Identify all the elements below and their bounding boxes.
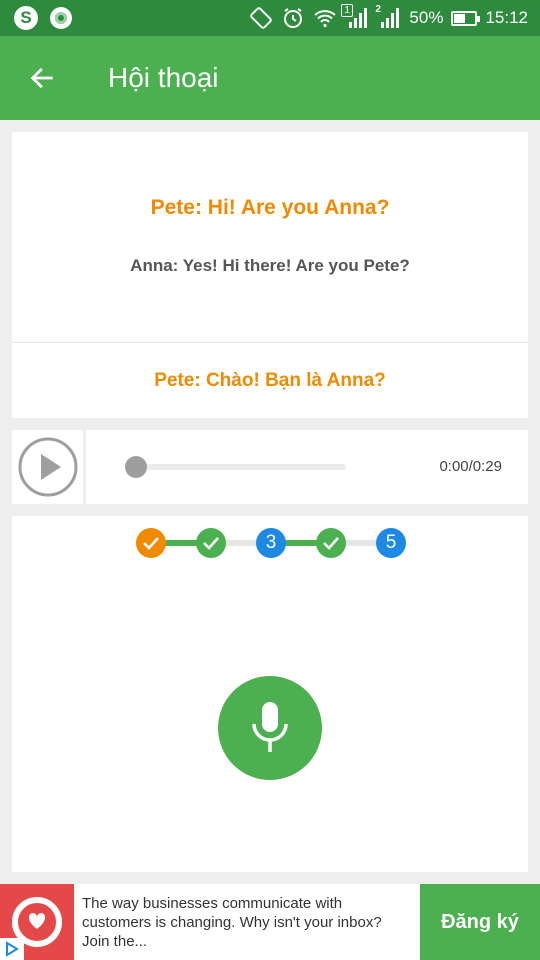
- adchoices-icon[interactable]: [0, 938, 24, 960]
- play-button[interactable]: [12, 430, 86, 504]
- step-progress: 35: [136, 528, 406, 558]
- check-icon: [143, 537, 159, 550]
- alarm-icon: [284, 8, 303, 28]
- wifi-icon: [314, 10, 337, 28]
- arrow-left-icon: [30, 67, 53, 89]
- step-1[interactable]: [136, 528, 166, 558]
- dialogue-line-primary: Pete: Hi! Are you Anna?: [150, 196, 390, 219]
- status-bar: S 1 2 50% 15:12: [0, 0, 540, 36]
- back-button[interactable]: [24, 60, 60, 96]
- dialogue-translation: Pete: Chào! Bạn là Anna?: [154, 370, 386, 391]
- check-icon: [203, 537, 219, 550]
- rotate-icon: [250, 7, 273, 29]
- battery-percent: 50%: [409, 8, 444, 27]
- ad-banner[interactable]: The way businesses communicate with cust…: [0, 884, 540, 960]
- seek-bar[interactable]: [125, 456, 346, 478]
- sim1-badge: 1: [341, 4, 353, 17]
- step-5[interactable]: 5: [376, 528, 406, 558]
- audio-player: 0:00/0:29: [12, 430, 528, 504]
- check-icon: [323, 537, 339, 550]
- recording-card: 35: [12, 516, 528, 872]
- step-3[interactable]: 3: [256, 528, 286, 558]
- record-button[interactable]: [218, 676, 322, 780]
- notification-icon: [50, 7, 72, 29]
- battery-icon: [451, 10, 481, 26]
- seek-thumb[interactable]: [125, 456, 147, 478]
- play-icon: [18, 437, 77, 497]
- dialogue-line-secondary: Anna: Yes! Hi there! Are you Pete?: [130, 256, 410, 275]
- page-title: Hội thoại: [108, 62, 219, 93]
- microphone-icon: [252, 702, 288, 752]
- ad-signup-button[interactable]: Đăng ký: [420, 884, 540, 960]
- dialogue-card: Pete: Hi! Are you Anna? Anna: Yes! Hi th…: [12, 132, 528, 418]
- sim2-badge: 2: [375, 4, 381, 15]
- step-2[interactable]: [196, 528, 226, 558]
- playback-time: 0:00/0:29: [439, 458, 502, 475]
- step-4[interactable]: [316, 528, 346, 558]
- divider: [12, 342, 528, 343]
- skype-icon: S: [14, 6, 38, 30]
- signal-sim2-icon: [381, 8, 400, 28]
- clock: 15:12: [485, 8, 528, 27]
- ad-text: The way businesses communicate with cust…: [82, 895, 382, 950]
- app-bar: Hội thoại: [0, 36, 540, 120]
